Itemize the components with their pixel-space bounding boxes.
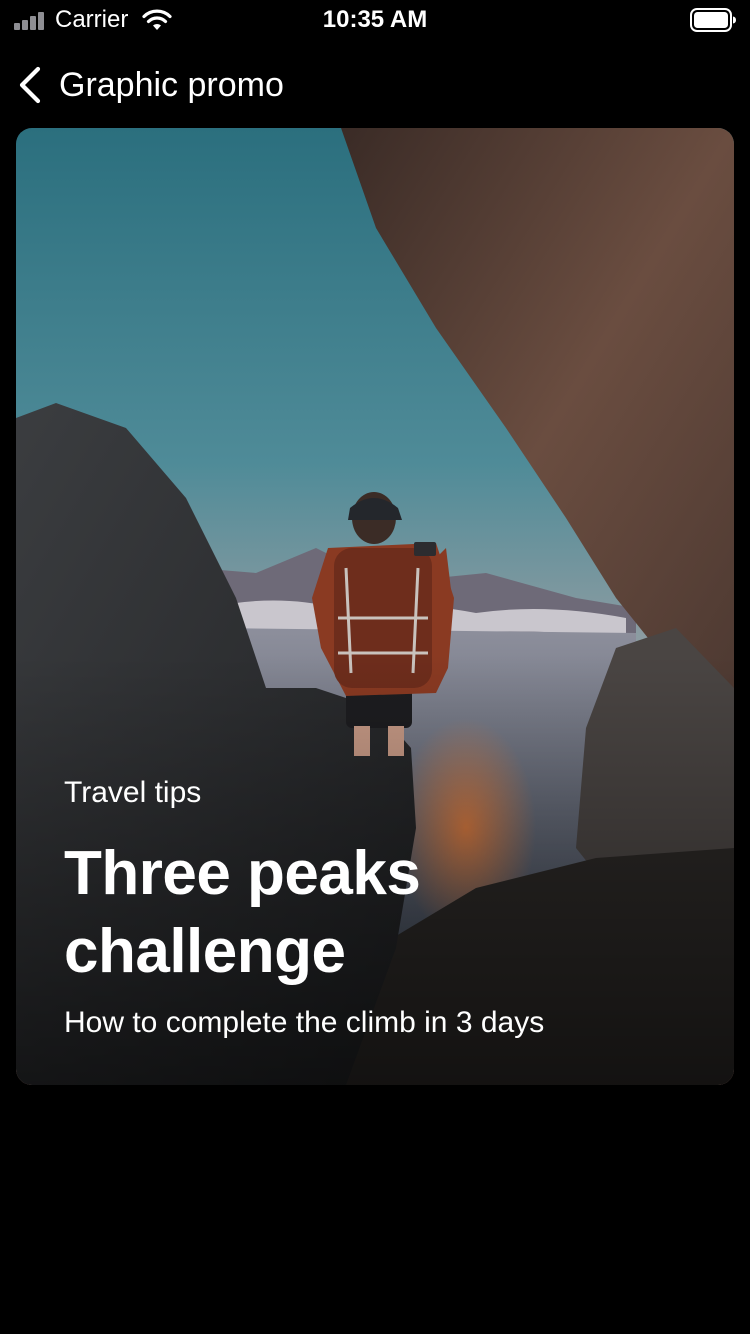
promo-text: Travel tips Three peaks challenge How to… [64, 773, 704, 1043]
battery-icon [690, 8, 736, 32]
status-bar: Carrier 10:35 AM [0, 0, 750, 40]
page-title: Graphic promo [59, 66, 284, 104]
navigation-bar: Graphic promo [0, 56, 750, 114]
chevron-left-icon [19, 66, 41, 104]
promo-headline-line: challenge [64, 917, 346, 986]
status-time: 10:35 AM [322, 6, 428, 33]
promo-eyebrow: Travel tips [64, 776, 202, 809]
screen: Carrier 10:35 AM Graphic promo Travel ti… [0, 0, 750, 1334]
back-button[interactable] [14, 64, 48, 106]
promo-card[interactable]: Travel tips Three peaks challenge How to… [16, 128, 734, 1085]
promo-headline: Three peaks challenge [64, 835, 704, 991]
promo-headline-line: Three peaks [64, 839, 421, 908]
promo-subtitle: How to complete the climb in 3 days [64, 1006, 545, 1039]
